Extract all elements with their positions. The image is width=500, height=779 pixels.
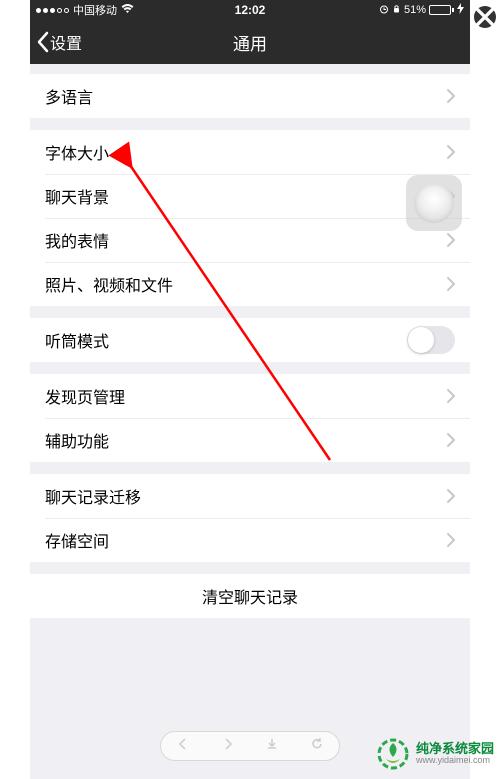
group-appearance: 字体大小 聊天背景 我的表情 照片、视频和文件: [30, 130, 470, 306]
chevron-right-icon: [447, 489, 455, 503]
page-title: 通用: [30, 30, 470, 55]
chevron-right-icon: [447, 389, 455, 403]
group-receiver: 听筒模式: [30, 318, 470, 362]
watermark-logo-icon: [376, 737, 410, 771]
assistive-touch[interactable]: [406, 175, 462, 231]
phone-screen: 中国移动 12:02 51% 设置: [30, 0, 470, 779]
chevron-right-icon: [447, 433, 455, 447]
group-management: 发现页管理 辅助功能: [30, 374, 470, 462]
watermark: 纯净系统家园 www.yidaimei.com: [376, 737, 494, 771]
cell-my-stickers[interactable]: 我的表情: [30, 218, 470, 262]
chevron-right-icon: [447, 145, 455, 159]
cell-receiver-mode[interactable]: 听筒模式: [30, 318, 470, 362]
cell-storage[interactable]: 存储空间: [30, 518, 470, 562]
charging-icon: [457, 3, 464, 17]
cell-clear-chat[interactable]: 清空聊天记录: [30, 574, 470, 618]
carrier-label: 中国移动: [73, 2, 117, 18]
cell-label: 照片、视频和文件: [45, 272, 447, 296]
cell-label: 清空聊天记录: [202, 584, 298, 608]
cell-chat-background[interactable]: 聊天背景: [30, 174, 470, 218]
download-icon[interactable]: [265, 737, 279, 756]
battery-percent: 51%: [404, 4, 426, 16]
toggle-receiver-mode[interactable]: [407, 326, 455, 354]
cell-accessibility[interactable]: 辅助功能: [30, 418, 470, 462]
refresh-icon[interactable]: [310, 737, 324, 756]
cell-chat-migration[interactable]: 聊天记录迁移: [30, 474, 470, 518]
status-bar: 中国移动 12:02 51%: [30, 0, 470, 20]
wifi-icon: [121, 4, 134, 17]
group-data: 聊天记录迁移 存储空间: [30, 474, 470, 562]
group-language: 多语言: [30, 74, 470, 118]
cell-label: 辅助功能: [45, 428, 447, 452]
assistive-touch-icon: [414, 183, 454, 223]
cell-label: 聊天背景: [45, 184, 447, 208]
battery-icon: [429, 5, 454, 15]
chevron-right-icon: [447, 233, 455, 247]
cell-label: 聊天记录迁移: [45, 484, 447, 508]
chevron-right-icon: [447, 277, 455, 291]
chevron-right-icon: [447, 89, 455, 103]
cell-photos-videos-files[interactable]: 照片、视频和文件: [30, 262, 470, 306]
cell-discover-manage[interactable]: 发现页管理: [30, 374, 470, 418]
nav-bar: 设置 通用: [30, 20, 470, 64]
cell-font-size[interactable]: 字体大小: [30, 130, 470, 174]
next-icon[interactable]: [221, 737, 235, 756]
cell-label: 存储空间: [45, 528, 447, 552]
group-clear: 清空聊天记录: [30, 574, 470, 618]
cell-label: 发现页管理: [45, 384, 447, 408]
cell-label: 多语言: [45, 84, 447, 108]
signal-icon: [36, 8, 69, 13]
watermark-title: 纯净系统家园: [416, 742, 494, 756]
alarm-icon: [379, 4, 389, 17]
chevron-right-icon: [447, 533, 455, 547]
watermark-url: www.yidaimei.com: [416, 756, 494, 766]
cell-label: 我的表情: [45, 228, 447, 252]
status-right: 51%: [265, 3, 464, 17]
clock: 12:02: [235, 3, 266, 17]
close-button[interactable]: [474, 6, 496, 28]
cell-label: 字体大小: [45, 140, 447, 164]
prev-icon[interactable]: [176, 737, 190, 756]
cell-label: 听筒模式: [45, 328, 407, 352]
cell-language[interactable]: 多语言: [30, 74, 470, 118]
status-left: 中国移动: [36, 2, 235, 18]
viewer-toolbar: [160, 731, 340, 761]
lock-icon: [392, 4, 401, 17]
